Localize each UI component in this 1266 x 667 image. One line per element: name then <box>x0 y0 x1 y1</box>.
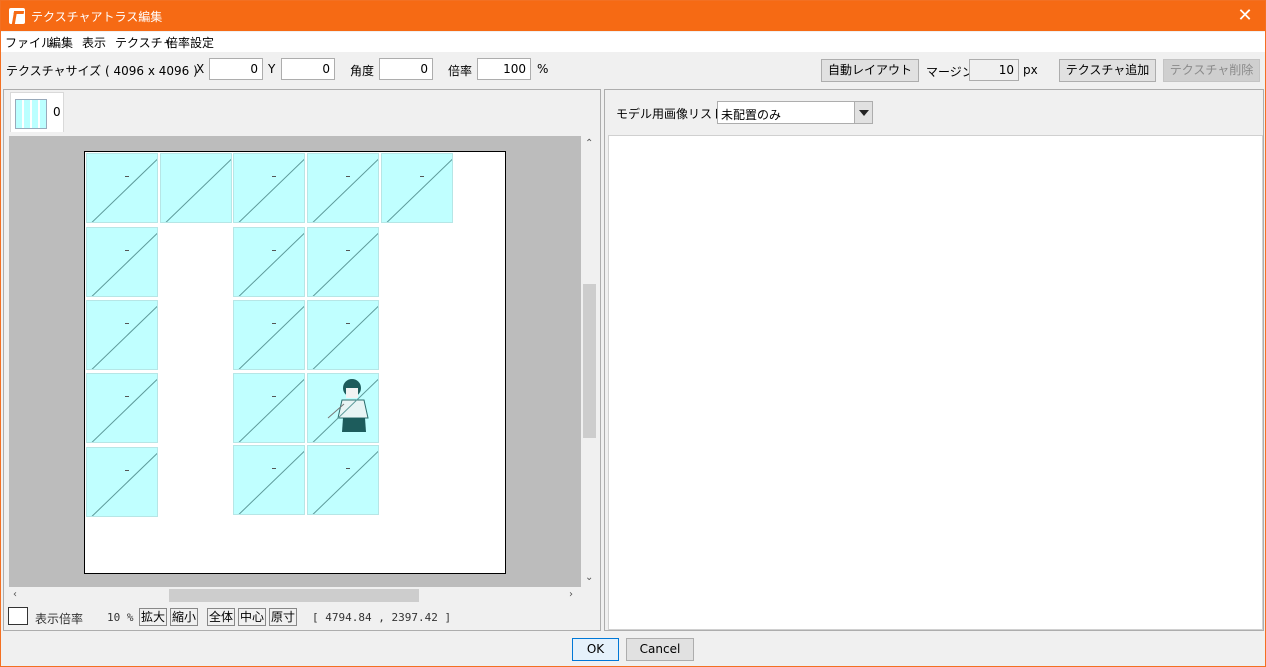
filter-select[interactable]: 未配置のみ <box>717 101 873 124</box>
menu-edit[interactable]: 編集 <box>49 34 73 51</box>
horizontal-scrollbar[interactable]: ‹ › <box>9 587 581 604</box>
texture-tile[interactable] <box>86 227 158 297</box>
tab-label: 0 <box>53 105 61 119</box>
texture-atlas-window: テクスチャアトラス編集 ✕ ファイル 編集 表示 テクスチャ 倍率設定 テクスチ… <box>0 0 1266 667</box>
texture-tile[interactable] <box>233 153 305 223</box>
horizontal-scroll-thumb[interactable] <box>169 589 419 602</box>
margin-label: マージン <box>926 65 974 79</box>
y-input[interactable]: 0 <box>281 58 335 80</box>
auto-layout-button[interactable]: 自動レイアウト <box>821 59 919 82</box>
cursor-coordinates: [ 4794.84 , 2397.42 ] <box>312 611 452 624</box>
atlas-panel: 0 ⌃ ⌄ ‹ › 表示倍率 10 % 拡大 縮小 全体 中心 原寸 [479… <box>3 89 601 631</box>
texture-tile-character[interactable] <box>307 373 379 443</box>
remove-texture-button[interactable]: テクスチャ削除 <box>1163 59 1260 82</box>
window-title: テクスチャアトラス編集 <box>31 10 163 24</box>
texture-tile[interactable] <box>86 300 158 370</box>
character-sprite <box>327 379 369 432</box>
margin-unit: px <box>1023 63 1038 77</box>
scroll-right-icon[interactable]: › <box>569 589 573 600</box>
margin-input[interactable]: 10 <box>969 59 1019 81</box>
texture-size-label: テクスチャサイズ ( 4096 x 4096 ) <box>6 64 198 78</box>
menu-scale-settings[interactable]: 倍率設定 <box>166 34 214 51</box>
texture-thumbnail <box>15 99 47 129</box>
ok-button[interactable]: OK <box>572 638 619 661</box>
add-texture-button[interactable]: テクスチャ追加 <box>1059 59 1156 82</box>
model-image-list-label: モデル用画像リスト <box>616 107 725 121</box>
actual-size-button[interactable]: 原寸 <box>269 608 297 626</box>
chevron-down-icon[interactable] <box>854 102 872 123</box>
scroll-down-icon[interactable]: ⌄ <box>585 572 593 583</box>
texture-tile[interactable] <box>86 153 158 223</box>
menu-view[interactable]: 表示 <box>82 34 106 51</box>
model-image-panel: モデル用画像リスト 未配置のみ <box>604 89 1264 631</box>
toolbar: テクスチャサイズ ( 4096 x 4096 ) X 0 Y 0 角度 0 倍率… <box>1 53 1265 87</box>
center-button[interactable]: 中心 <box>238 608 266 626</box>
texture-tile[interactable] <box>233 373 305 443</box>
vertical-scrollbar[interactable]: ⌃ ⌄ <box>581 136 598 587</box>
fit-all-button[interactable]: 全体 <box>207 608 235 626</box>
menu-file[interactable]: ファイル <box>5 34 53 51</box>
texture-tile[interactable] <box>233 445 305 515</box>
vertical-scroll-thumb[interactable] <box>583 284 596 438</box>
texture-tile[interactable] <box>307 227 379 297</box>
filter-select-value: 未配置のみ <box>721 108 782 122</box>
texture-tile[interactable] <box>233 300 305 370</box>
zoom-out-button[interactable]: 縮小 <box>170 608 198 626</box>
texture-tile[interactable] <box>307 445 379 515</box>
texture-tile[interactable] <box>381 153 453 223</box>
texture-tile[interactable] <box>160 153 232 223</box>
texture-tile[interactable] <box>307 153 379 223</box>
menu-bar: ファイル 編集 表示 テクスチャ 倍率設定 <box>1 32 1265 52</box>
texture-tile[interactable] <box>307 300 379 370</box>
texture-tile[interactable] <box>86 447 158 517</box>
zoom-label: 表示倍率 <box>35 612 84 626</box>
texture-tile[interactable] <box>233 227 305 297</box>
scale-label: 倍率 <box>448 64 473 78</box>
close-icon[interactable]: ✕ <box>1233 4 1257 28</box>
texture-sheet[interactable] <box>84 151 506 574</box>
y-label: Y <box>268 62 276 76</box>
zoom-in-button[interactable]: 拡大 <box>139 608 167 626</box>
scale-unit: % <box>537 62 549 76</box>
cancel-button[interactable]: Cancel <box>626 638 694 661</box>
scroll-up-icon[interactable]: ⌃ <box>585 138 593 149</box>
angle-label: 角度 <box>350 64 375 78</box>
atlas-canvas[interactable] <box>9 136 581 587</box>
tab-texture-0[interactable]: 0 <box>10 92 64 132</box>
zoom-value: 10 % <box>107 611 134 624</box>
background-color-swatch[interactable] <box>8 607 28 625</box>
x-label: X <box>196 62 205 76</box>
scale-input[interactable]: 100 <box>477 58 531 80</box>
scroll-left-icon[interactable]: ‹ <box>13 589 17 600</box>
x-input[interactable]: 0 <box>209 58 263 80</box>
title-bar: テクスチャアトラス編集 ✕ <box>1 1 1265 31</box>
angle-input[interactable]: 0 <box>379 58 433 80</box>
texture-tile[interactable] <box>86 373 158 443</box>
model-image-list[interactable] <box>608 135 1263 630</box>
status-bar: 表示倍率 10 % 拡大 縮小 全体 中心 原寸 [ 4794.84 , 239… <box>4 606 600 630</box>
app-icon <box>9 8 25 24</box>
